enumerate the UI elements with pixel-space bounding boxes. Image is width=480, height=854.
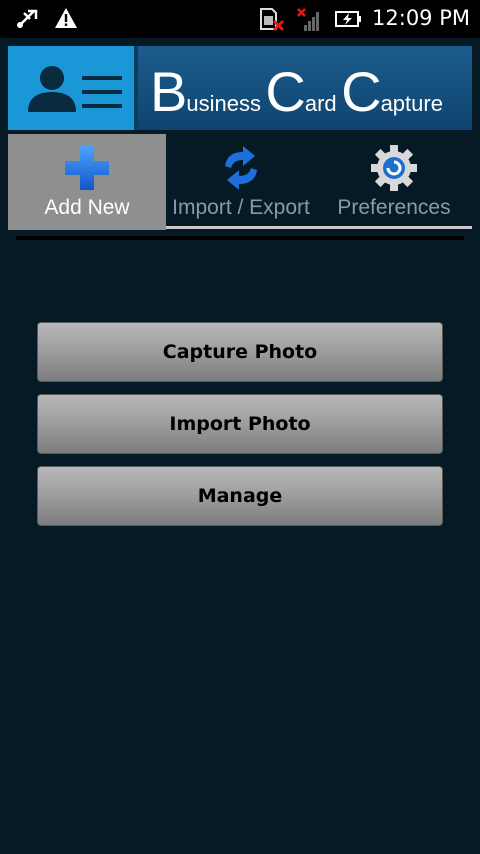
gear-icon [368, 142, 420, 194]
app-title: Business Card Capture [138, 46, 472, 130]
tab-label: Import / Export [172, 196, 310, 219]
import-photo-button[interactable]: Import Photo [37, 394, 443, 454]
status-bar: 12:09 PM [0, 0, 480, 38]
app-header: Business Card Capture [8, 46, 472, 130]
tab-underline [166, 226, 472, 229]
tab-add-new[interactable]: Add New [8, 134, 166, 230]
capture-photo-button[interactable]: Capture Photo [37, 322, 443, 382]
status-time: 12:09 PM [372, 6, 470, 30]
tab-label: Preferences [337, 196, 451, 219]
manage-button[interactable]: Manage [37, 466, 443, 526]
tab-label: Add New [44, 196, 130, 219]
divider [16, 236, 464, 240]
title-word: apture [380, 91, 443, 116]
title-word: ard [304, 91, 337, 116]
title-letter: C [265, 60, 305, 123]
battery-charging-icon [334, 7, 364, 35]
contact-list-icon [8, 46, 134, 130]
tab-preferences[interactable]: Preferences [316, 134, 472, 230]
title-word: usiness [186, 91, 261, 116]
title-letter: C [341, 60, 381, 123]
tab-import-export[interactable]: Import / Export [166, 134, 316, 230]
sync-arrows-icon [215, 142, 267, 194]
no-signal-icon [296, 7, 322, 37]
title-letter: B [150, 60, 187, 123]
tab-bar: Add New Import / Export Preferences [8, 134, 472, 230]
sim-missing-icon [258, 7, 286, 37]
warning-icon [54, 7, 78, 33]
add-plus-icon [61, 142, 113, 194]
usb-debug-icon [14, 7, 40, 35]
